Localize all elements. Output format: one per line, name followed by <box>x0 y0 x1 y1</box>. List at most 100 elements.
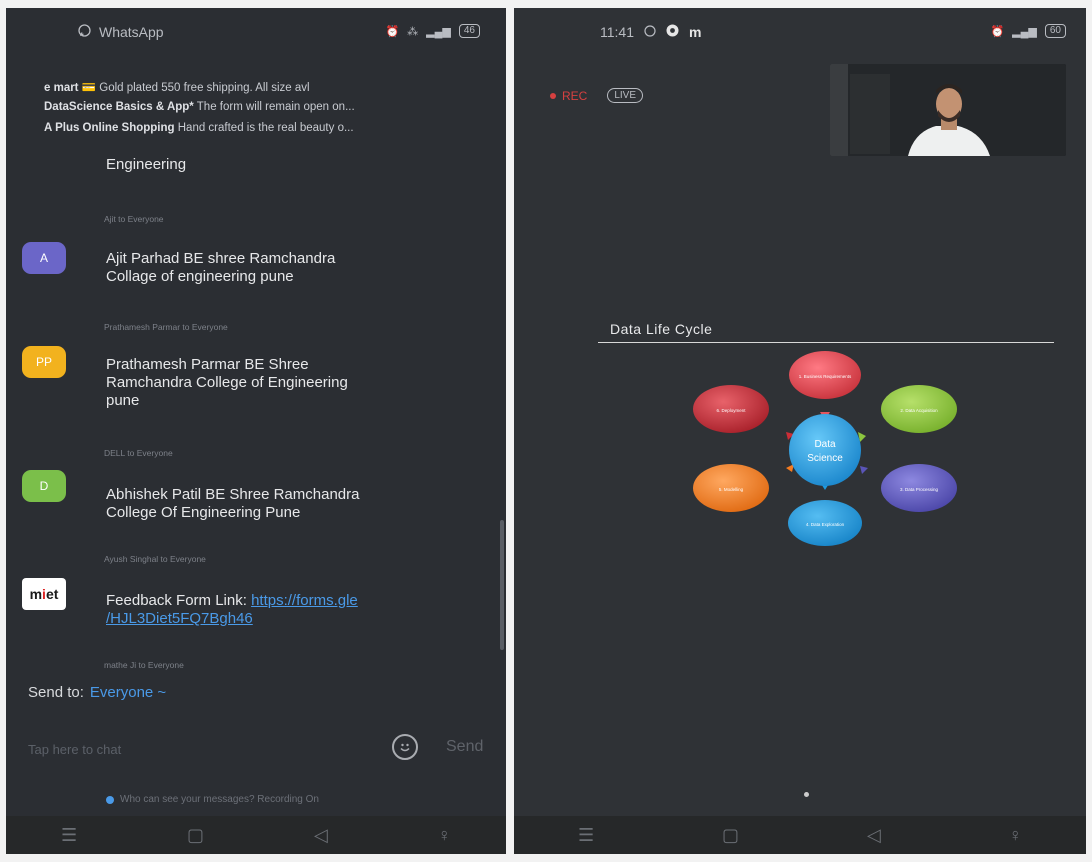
home-icon[interactable]: ▢ <box>187 825 204 846</box>
message-text: Feedback Form Link: <box>106 592 252 609</box>
whatsapp-icon <box>644 24 656 40</box>
node-data-processing: 3. Data Processing <box>881 464 957 512</box>
app-name: WhatsApp <box>99 24 164 40</box>
message-line: Prathamesh Parmar BE Shree <box>106 356 309 373</box>
recording-indicator: REC LIVE <box>550 88 644 103</box>
meeting-panel: 11:41 m ⏰ ▂▄▆ 60 REC LIVE Data Life Cycl… <box>514 8 1086 854</box>
menu-icon[interactable]: ☰ <box>61 825 77 846</box>
home-icon[interactable]: ▢ <box>722 825 739 846</box>
diagram-center: Data Science <box>789 414 861 486</box>
notification-item[interactable]: A Plus Online Shopping Hand crafted is t… <box>44 122 486 143</box>
node-modelling: 5. Modelling <box>693 464 769 512</box>
avatar: D <box>22 470 66 502</box>
chat-input[interactable] <box>28 736 368 762</box>
alarm-icon: ⏰ <box>385 25 400 38</box>
feedback-form-link[interactable]: /HJL3Diet5FQ7Bgh46 <box>106 610 466 628</box>
node-label: 3. Data Processing <box>900 487 939 492</box>
slide-divider <box>598 342 1054 343</box>
status-bar: WhatsApp ⏰ ⁂ ▂▄▆ 46 <box>6 8 506 58</box>
message-line: Ramchandra College of Engineering <box>106 374 348 391</box>
avatar: PP <box>22 346 66 378</box>
notification-text: 💳 Gold plated 550 free shipping. All siz… <box>81 82 310 94</box>
system-nav-bar: ☰ ▢ ◁ ♀ <box>514 816 1086 854</box>
node-data-exploration: 4. Data Exploration <box>788 500 862 546</box>
notification-item[interactable]: e mart 💳 Gold plated 550 free shipping. … <box>44 80 486 101</box>
node-label: 5. Modelling <box>719 487 744 492</box>
system-indicators: ⏰ ⁂ ▂▄▆ 46 <box>385 24 480 38</box>
status-bar: 11:41 m ⏰ ▂▄▆ 60 <box>514 8 1086 58</box>
system-indicators: ⏰ ▂▄▆ 60 <box>990 24 1066 38</box>
chat-input-row: Send <box>28 732 500 768</box>
live-badge: LIVE <box>607 88 644 103</box>
notification-list: e mart 💳 Gold plated 550 free shipping. … <box>44 80 486 143</box>
message-line: College Of Engineering Pune <box>106 504 301 521</box>
privacy-text: Who can see your messages? Recording On <box>120 794 319 805</box>
message-sender: DELL to Everyone <box>104 448 173 458</box>
accessibility-icon[interactable]: ♀ <box>1009 825 1023 846</box>
message-sender: Prathamesh Parmar to Everyone <box>104 322 228 332</box>
message-line: Ajit Parhad BE shree Ramchandra <box>106 250 336 267</box>
status-left: 11:41 m <box>600 24 701 40</box>
message-sender: Ayush Singhal to Everyone <box>104 554 206 564</box>
message-body: Feedback Form Link: https://forms.gle /H… <box>106 592 466 628</box>
send-to-dropdown[interactable]: Everyone ~ <box>90 684 166 701</box>
notification-item[interactable]: DataScience Basics & App* The form will … <box>44 101 486 122</box>
message-sender: Ajit to Everyone <box>104 214 164 224</box>
miet-logo: m i et <box>22 578 66 610</box>
node-label: 2. Data Acquisition <box>900 408 938 413</box>
chrome-icon <box>666 24 679 40</box>
send-to-label: Send to: <box>28 684 84 701</box>
message-body: Ajit Parhad BE shree Ramchandra Collage … <box>106 250 466 286</box>
message-body: Prathamesh Parmar BE Shree Ramchandra Co… <box>106 356 466 410</box>
node-label: 1. Business Requirements <box>799 374 852 379</box>
system-nav-bar: ☰ ▢ ◁ ♀ <box>6 816 506 854</box>
message-line: pune <box>106 392 140 409</box>
message-sender: mathe Ji to Everyone <box>104 660 184 670</box>
signal-icon: ▂▄▆ <box>1012 25 1037 38</box>
feedback-form-link[interactable]: https://forms.gle <box>251 592 358 609</box>
page-indicator <box>804 792 809 797</box>
clock: 11:41 <box>600 24 634 40</box>
notification-text: The form will remain open on... <box>196 101 355 113</box>
message-body: Abhishek Patil BE Shree Ramchandra Colle… <box>106 486 466 522</box>
center-label: Science <box>807 453 843 464</box>
node-business-requirements: 1. Business Requirements <box>789 351 861 399</box>
back-icon[interactable]: ◁ <box>867 825 881 846</box>
speaker-video <box>830 64 1066 156</box>
speaker-video-thumbnail[interactable] <box>830 64 1066 156</box>
message-body: Engineering <box>106 156 187 173</box>
notification-source: A Plus Online Shopping <box>44 122 175 134</box>
battery-icon: 46 <box>458 24 480 38</box>
rec-badge: REC <box>550 89 587 103</box>
info-icon <box>106 795 114 804</box>
message-line: Collage of engineering pune <box>106 268 294 285</box>
menu-icon[interactable]: ☰ <box>578 825 594 846</box>
privacy-notice[interactable]: Who can see your messages? Recording On <box>106 794 319 805</box>
data-life-cycle-diagram: Data Science 1. Business Requirements 2.… <box>693 351 957 546</box>
center-label: Data <box>814 439 836 450</box>
whatsapp-icon <box>78 24 91 40</box>
avatar: A <box>22 242 66 274</box>
node-data-acquisition: 2. Data Acquisition <box>881 385 957 433</box>
gmail-icon: m <box>689 24 702 40</box>
send-to-row: Send to: Everyone ~ <box>28 684 166 701</box>
emoji-icon[interactable] <box>392 734 418 760</box>
node-label: 4. Data Exploration <box>806 522 845 527</box>
slide-title: Data Life Cycle <box>610 321 713 337</box>
notification-source: e mart <box>44 82 79 94</box>
alarm-icon: ⏰ <box>990 25 1005 38</box>
notification-source: WhatsApp <box>78 24 164 40</box>
battery-icon: 60 <box>1044 24 1066 38</box>
back-icon[interactable]: ◁ <box>314 825 328 846</box>
notification-source: DataScience Basics & App* <box>44 101 194 113</box>
chat-scrollbar[interactable] <box>500 520 504 650</box>
send-button[interactable]: Send <box>446 738 483 756</box>
chat-panel: WhatsApp ⏰ ⁂ ▂▄▆ 46 e mart 💳 Gold plated… <box>6 8 506 854</box>
accessibility-icon[interactable]: ♀ <box>438 825 452 846</box>
signal-icon: ▂▄▆ <box>426 25 451 38</box>
node-deployment: 6. Deployment <box>693 385 769 433</box>
message-line: Abhishek Patil BE Shree Ramchandra <box>106 486 360 503</box>
notification-text: Hand crafted is the real beauty o... <box>177 122 354 134</box>
node-label: 6. Deployment <box>716 408 746 413</box>
volte-icon: ⁂ <box>407 25 419 38</box>
